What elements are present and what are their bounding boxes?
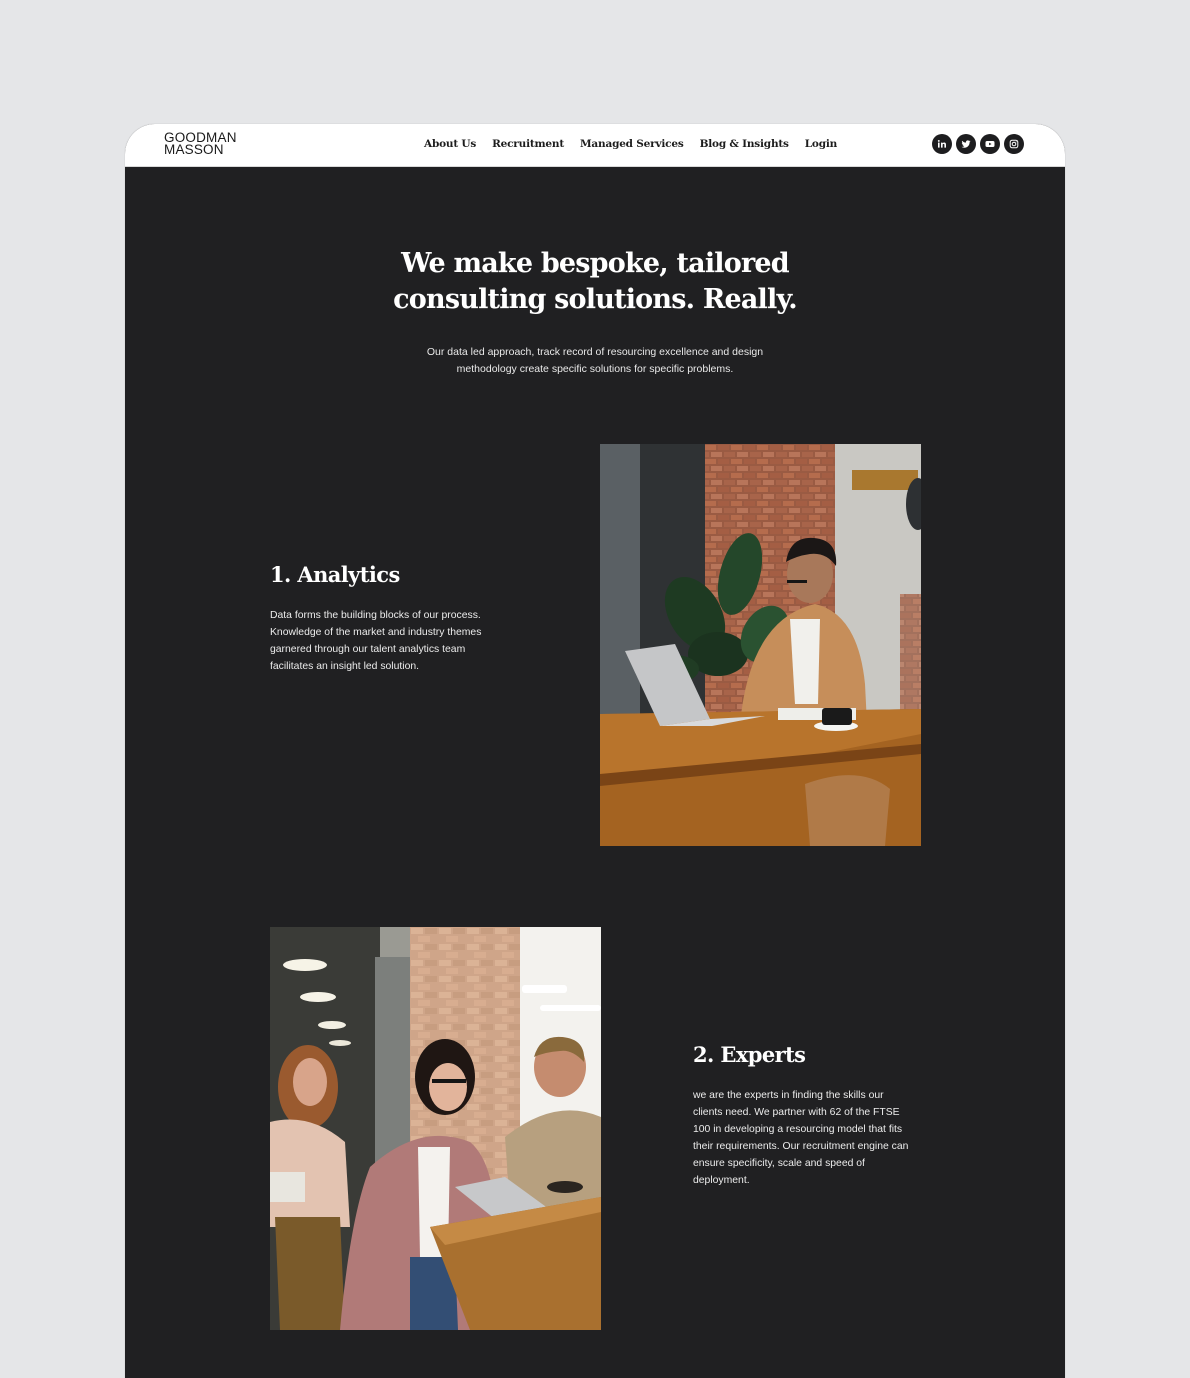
experts-body-line: deployment. (693, 1175, 750, 1186)
top-navbar: GOODMAN MASSON About Us Recruitment Mana… (125, 124, 1065, 167)
nav-blog-insights[interactable]: Blog & Insights (700, 138, 789, 150)
experts-heading: 2. Experts (693, 1042, 806, 1067)
instagram-icon[interactable] (1004, 134, 1024, 154)
experts-body-line: their requirements. Our recruitment engi… (693, 1141, 909, 1152)
experts-photo (270, 927, 601, 1330)
twitter-icon[interactable] (956, 134, 976, 154)
hero-title-line2: consulting solutions. Really. (393, 284, 797, 315)
hero-title: We make bespoke, tailored consulting sol… (125, 246, 1065, 318)
brand-logo-line2: MASSON (164, 142, 224, 157)
experts-body: we are the experts in finding the skills… (693, 1087, 908, 1189)
youtube-icon[interactable] (980, 134, 1000, 154)
analytics-body: Data forms the building blocks of our pr… (270, 607, 481, 675)
analytics-body-line: Knowledge of the market and industry the… (270, 627, 482, 638)
brand-logo[interactable]: GOODMAN MASSON (164, 131, 237, 157)
main-nav: About Us Recruitment Managed Services Bl… (424, 138, 837, 150)
linkedin-icon[interactable] (932, 134, 952, 154)
experts-body-line: 100 in developing a resourcing model tha… (693, 1124, 903, 1135)
nav-login[interactable]: Login (805, 138, 838, 150)
analytics-body-line: Data forms the building blocks of our pr… (270, 610, 481, 621)
analytics-photo (600, 444, 921, 846)
experts-body-line: we are the experts in finding the skills… (693, 1090, 884, 1101)
hero-title-line1: We make bespoke, tailored (401, 248, 789, 279)
experts-body-line: ensure specificity, scale and speed of (693, 1158, 865, 1169)
nav-recruitment[interactable]: Recruitment (492, 138, 564, 150)
hero-subtitle-line1: Our data led approach, track record of r… (426, 346, 764, 358)
hero-subtitle: Our data led approach, track record of r… (125, 344, 1065, 378)
experts-body-line: clients need. We partner with 62 of the … (693, 1107, 900, 1118)
social-links (932, 134, 1024, 154)
analytics-body-line: garnered through our talent analytics te… (270, 644, 466, 655)
nav-managed-services[interactable]: Managed Services (580, 138, 684, 150)
hero-subtitle-line2: methodology create specific solutions fo… (456, 363, 734, 375)
analytics-body-line: facilitates an insight led solution. (270, 661, 420, 672)
analytics-heading: 1. Analytics (270, 562, 400, 587)
browser-frame: GOODMAN MASSON About Us Recruitment Mana… (125, 124, 1065, 1378)
nav-about-us[interactable]: About Us (424, 138, 476, 150)
